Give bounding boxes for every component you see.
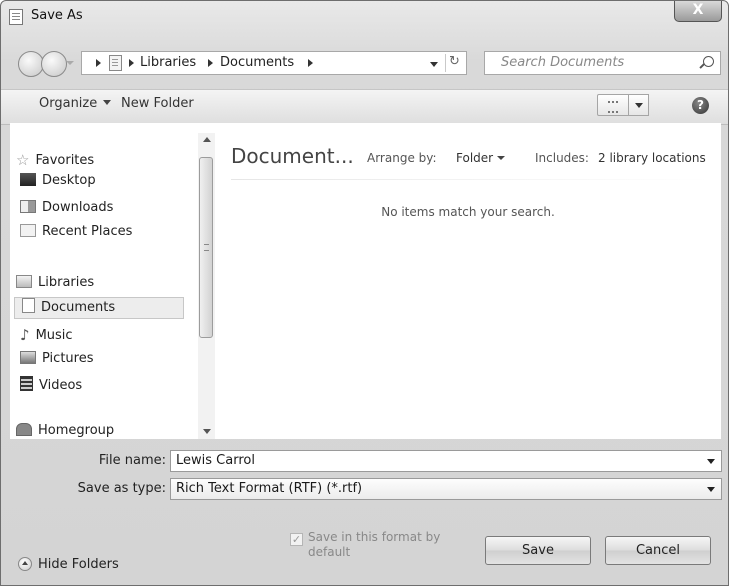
hide-folders-button[interactable]: Hide Folders [18,557,119,572]
save-format-checkbox[interactable]: ✓ [290,533,303,546]
recent-pages-dropdown[interactable] [66,61,74,65]
save-format-label: Save in this format by default [308,530,441,559]
nav-label: Homegroup [38,423,115,438]
close-button[interactable]: X [674,1,722,22]
save-as-type-value: Rich Text Format (RTF) (*.rtf) [176,481,363,496]
change-view-button[interactable] [597,94,629,116]
arrange-by-dropdown[interactable]: Folder [456,151,506,165]
nav-label: Music [35,328,73,343]
save-button[interactable]: Save [485,536,591,565]
videos-icon [20,376,33,391]
file-name-value: Lewis Carrol [176,453,255,468]
scroll-down-arrow-icon[interactable] [203,429,211,434]
recent-places-icon [20,224,36,237]
view-icon [608,101,618,113]
chevron-right-icon[interactable] [129,59,134,67]
nav-label: Recent Places [42,224,133,239]
navigation-scrollbar[interactable] [198,133,215,439]
library-title: Document... [231,144,354,168]
collapse-up-icon [18,557,32,571]
nav-downloads[interactable]: Downloads [20,200,113,215]
save-as-type-select[interactable]: Rich Text Format (RTF) (*.rtf) [170,478,722,500]
toolbar: Organize New Folder ? [1,89,728,125]
search-icon[interactable] [703,56,714,67]
address-separator [445,54,446,72]
includes-locations-link[interactable]: 2 library locations [598,151,706,165]
nav-label: Documents [41,300,116,315]
refresh-icon[interactable]: ↻ [449,54,460,69]
nav-documents[interactable]: Documents [14,297,184,319]
scroll-thumb[interactable] [199,157,213,338]
document-icon [22,298,35,313]
save-as-dialog: Save As X Libraries Documents ↻ Search D… [0,0,729,586]
homegroup-icon [16,423,32,436]
nav-label: Libraries [38,275,95,290]
breadcrumb-libraries[interactable]: Libraries [140,55,196,70]
organize-label: Organize [39,96,98,111]
new-folder-button[interactable]: New Folder [121,96,194,111]
grip-icon [204,244,209,251]
nav-pictures[interactable]: Pictures [20,351,93,366]
documents-library-icon [109,55,122,71]
pictures-icon [20,351,36,364]
save-as-type-label: Save as type: [77,481,166,496]
navigation-pane: ☆ Favorites Desktop Downloads Recent Plac… [10,123,215,439]
nav-libraries[interactable]: Libraries [16,275,94,290]
cancel-button[interactable]: Cancel [605,536,711,565]
organize-button[interactable]: Organize [39,96,112,111]
search-placeholder: Search Documents [501,55,625,70]
nav-label: Videos [39,378,83,393]
address-bar[interactable]: Libraries Documents ↻ [81,51,467,75]
search-input[interactable]: Search Documents [484,51,721,75]
address-row: Libraries Documents ↻ Search Documents [1,41,728,81]
nav-label: Favorites [35,153,95,168]
nav-music[interactable]: ♪ Music [20,326,73,344]
includes-label: Includes: [535,151,589,165]
file-name-label: File name: [98,453,166,468]
hide-folders-label: Hide Folders [38,557,119,572]
downloads-icon [20,200,36,213]
save-form: File name: Lewis Carrol Save as type: Ri… [1,439,728,585]
libraries-icon [16,275,32,288]
chevron-right-icon[interactable] [208,59,213,67]
nav-favorites[interactable]: ☆ Favorites [16,151,94,169]
caret-down-icon [497,156,506,160]
chevron-right-icon[interactable] [96,59,101,67]
help-icon[interactable]: ? [692,97,709,114]
nav-videos[interactable]: Videos [20,376,82,393]
nav-label: Downloads [42,200,114,215]
chevron-right-icon[interactable] [308,59,313,67]
scroll-up-arrow-icon[interactable] [203,137,211,142]
music-note-icon: ♪ [20,326,30,344]
star-icon: ☆ [16,151,30,169]
nav-recent-places[interactable]: Recent Places [20,224,132,239]
arrange-by-label: Arrange by: [367,151,437,165]
nav-label: Desktop [42,173,96,188]
desktop-icon [20,173,36,186]
title-bar: Save As X [1,1,728,31]
nav-desktop[interactable]: Desktop [20,173,96,188]
breadcrumb-documents[interactable]: Documents [220,55,294,70]
file-name-input[interactable]: Lewis Carrol [170,450,722,472]
empty-message: No items match your search. [381,205,555,219]
window-title: Save As [31,8,83,23]
arrange-by-value: Folder [456,151,494,165]
nav-label: Pictures [42,351,94,366]
forward-button[interactable] [41,51,67,77]
file-list-pane[interactable]: Document... Arrange by: Folder Includes:… [215,123,721,439]
chevron-down-icon[interactable] [707,459,715,464]
app-icon [9,9,23,25]
view-options-dropdown[interactable] [629,94,649,116]
header-divider [231,179,711,180]
chevron-down-icon[interactable] [707,487,715,492]
nav-homegroup[interactable]: Homegroup [16,423,114,438]
caret-down-icon [103,100,112,105]
address-dropdown[interactable] [430,62,438,67]
